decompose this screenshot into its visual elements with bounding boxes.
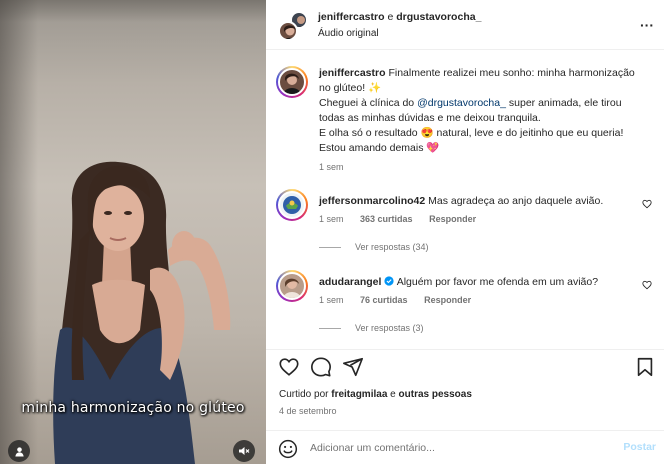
- view-replies-label[interactable]: Ver respostas (3): [355, 323, 424, 333]
- mute-toggle-button[interactable]: [233, 440, 255, 462]
- header-usernames: jeniffercastro e drgustavorocha_: [318, 11, 481, 23]
- comment-username[interactable]: jeffersonmarcolino42: [319, 195, 425, 207]
- verified-badge-icon: [384, 276, 394, 286]
- caption-username[interactable]: jeniffercastro: [319, 67, 386, 79]
- liked-by-text: Curtido por freitagmilaa e outras pessoa…: [279, 389, 472, 400]
- comment-avatar[interactable]: [276, 189, 308, 221]
- like-heart-icon[interactable]: [278, 356, 300, 378]
- comment-input[interactable]: [310, 438, 610, 458]
- comment-like-heart-icon[interactable]: [642, 199, 652, 209]
- caption-line3: E olha só o resultado 😍 natural, leve e …: [319, 127, 624, 154]
- avatar-jeniffercastro[interactable]: [278, 21, 298, 41]
- header-user2-link[interactable]: drgustavorocha_: [396, 11, 481, 23]
- comment-meta: 1 sem 76 curtidas Responder: [319, 295, 485, 305]
- header-user1-link[interactable]: jeniffercastro: [318, 11, 385, 23]
- caption-meta: 1 sem: [319, 162, 358, 172]
- replies-divider: [319, 246, 341, 248]
- emoji-smiley-icon[interactable]: [278, 439, 298, 459]
- comment-reply-button[interactable]: Responder: [429, 214, 476, 224]
- caption-line2-pre: Cheguei à clínica do: [319, 97, 418, 109]
- caption-time: 1 sem: [319, 162, 344, 172]
- view-replies-button[interactable]: Ver respostas (3): [319, 323, 424, 333]
- liked-and: e: [387, 389, 399, 400]
- comment-username[interactable]: adudarangel: [319, 276, 381, 288]
- video-caption-overlay: minha harmonização no glúteo: [21, 400, 245, 416]
- caption-avatar[interactable]: [276, 66, 308, 98]
- collab-avatars[interactable]: [278, 11, 308, 41]
- view-replies-button[interactable]: Ver respostas (34): [319, 242, 429, 252]
- user-tag-icon: [14, 446, 24, 457]
- replies-divider: [319, 327, 341, 329]
- tagged-users-button[interactable]: [8, 440, 30, 462]
- post-comment-button[interactable]: Postar: [623, 441, 656, 453]
- comment-text: adudarangel Alguém por favor me ofenda e…: [319, 275, 649, 290]
- comment-likes-count[interactable]: 363 curtidas: [360, 214, 413, 224]
- liked-others-link[interactable]: outras pessoas: [399, 389, 472, 400]
- original-audio-link[interactable]: Áudio original: [318, 28, 379, 39]
- save-bookmark-icon[interactable]: [634, 356, 656, 378]
- comment-body: Alguém por favor me ofenda em um avião?: [396, 276, 599, 288]
- post-header: jeniffercastro e drgustavorocha_ Áudio o…: [266, 0, 664, 50]
- comment-likes-count[interactable]: 76 curtidas: [360, 295, 408, 305]
- comment-avatar[interactable]: [276, 270, 308, 302]
- comment-text: jeffersonmarcolino42 Mas agradeça ao anj…: [319, 194, 649, 209]
- post-caption: jeniffercastro Finalmente realizei meu s…: [276, 66, 656, 176]
- view-replies-label[interactable]: Ver respostas (34): [355, 242, 429, 252]
- more-options-icon[interactable]: ···: [640, 17, 654, 33]
- reel-video[interactable]: minha harmonização no glúteo: [0, 0, 266, 464]
- action-bar: [266, 349, 664, 377]
- speaker-muted-icon: [239, 447, 250, 455]
- liked-prefix: Curtido por: [279, 389, 332, 400]
- post-side-panel: jeniffercastro e drgustavorocha_ Áudio o…: [266, 0, 664, 464]
- comment-reply-button[interactable]: Responder: [424, 295, 471, 305]
- comment-composer: Postar: [266, 430, 664, 464]
- comment-bubble-icon[interactable]: [310, 356, 332, 378]
- liked-user-link[interactable]: freitagmilaa: [331, 389, 387, 400]
- caption-mention-link[interactable]: @drgustavorocha_: [417, 97, 506, 109]
- comment-time: 1 sem: [319, 214, 344, 224]
- comment-item: adudarangel Alguém por favor me ofenda e…: [276, 270, 656, 340]
- share-send-icon[interactable]: [342, 356, 364, 378]
- comment-meta: 1 sem 363 curtidas Responder: [319, 214, 490, 224]
- comment-body: Mas agradeça ao anjo daquele avião.: [428, 195, 604, 207]
- comment-item: jeffersonmarcolino42 Mas agradeça ao anj…: [276, 189, 656, 259]
- caption-text: jeniffercastro Finalmente realizei meu s…: [319, 66, 649, 156]
- post-date[interactable]: 4 de setembro: [279, 406, 337, 416]
- comment-time: 1 sem: [319, 295, 344, 305]
- comment-like-heart-icon[interactable]: [642, 280, 652, 290]
- header-and-text: e: [384, 11, 397, 23]
- video-frame-woman: [53, 161, 231, 464]
